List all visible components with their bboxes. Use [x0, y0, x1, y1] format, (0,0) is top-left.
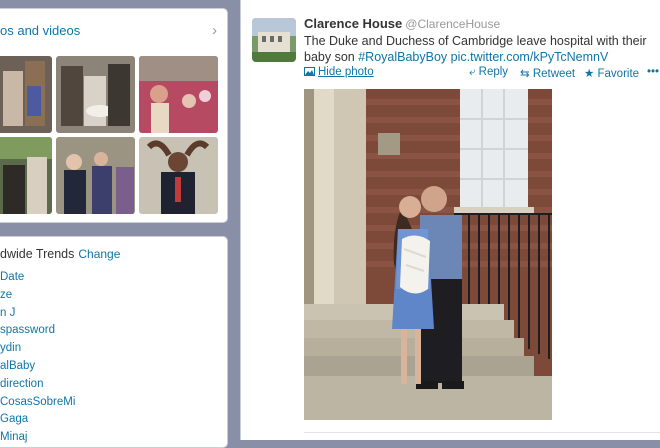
trend-item[interactable]: direction [0, 376, 75, 394]
trend-item[interactable]: alBaby [0, 358, 75, 376]
user-handle[interactable]: @ClarenceHouse [405, 17, 500, 31]
tweet-actions: Hide photo ⤶ Reply ⇆ Retweet ★ Favorite … [304, 66, 660, 82]
trend-item[interactable]: ze [0, 287, 75, 305]
retweet-label: Retweet [532, 68, 576, 80]
trend-item[interactable]: Gaga [0, 411, 75, 429]
star-icon: ★ [584, 68, 598, 80]
more-dots-icon[interactable]: ••• [647, 66, 659, 78]
media-thumbnail[interactable] [0, 137, 52, 214]
trend-item[interactable]: Date [0, 269, 75, 287]
trends-list: Date ze n J spassword ydin alBaby direct… [0, 269, 75, 447]
photo-icon [304, 67, 315, 76]
photos-videos-panel: os and videos › [0, 8, 228, 223]
tweet-stream: Clarence House @ClarenceHouse The Duke an… [240, 0, 660, 440]
trend-item[interactable]: n J [0, 305, 75, 323]
trend-item[interactable]: spassword [0, 322, 75, 340]
favorite-button[interactable]: ★ Favorite [584, 66, 639, 80]
trends-title: dwide Trends [0, 247, 75, 261]
trend-item[interactable]: ydin [0, 340, 75, 358]
media-thumbnail[interactable] [139, 56, 218, 133]
media-link[interactable]: pic.twitter.com/kPyTcNemnV [451, 50, 609, 64]
hide-photo-link[interactable]: Hide photo [304, 66, 374, 78]
photos-videos-header[interactable]: os and videos [0, 23, 80, 38]
tweet-author[interactable]: Clarence House @ClarenceHouse [304, 16, 500, 31]
tweet-text: The Duke and Duchess of Cambridge leave … [304, 33, 654, 65]
worldwide-trends-panel: dwide Trends Change Date ze n J spassword… [0, 236, 228, 448]
display-name[interactable]: Clarence House [304, 16, 402, 31]
favorite-label: Favorite [597, 68, 640, 80]
retweet-button[interactable]: ⇆ Retweet [520, 66, 575, 80]
trend-item[interactable]: CosasSobreMi [0, 394, 75, 412]
media-thumbnail[interactable] [0, 56, 52, 133]
chevron-right-icon[interactable]: › [212, 22, 217, 39]
hashtag-link[interactable]: #RoyalBabyBoy [358, 50, 447, 64]
reply-button[interactable]: ⤶ Reply [469, 66, 508, 79]
reply-arrow-icon: ⤶ [469, 66, 479, 78]
avatar[interactable] [252, 18, 296, 62]
media-thumbnail[interactable] [56, 56, 135, 133]
hide-photo-label: Hide photo [318, 66, 374, 78]
retweet-icon: ⇆ [520, 68, 533, 80]
reply-label: Reply [478, 66, 509, 78]
media-thumbnail[interactable] [139, 137, 218, 214]
media-thumbnail[interactable] [56, 137, 135, 214]
left-sidebar: os and videos › dwide Trends Change Date … [0, 0, 228, 448]
trends-header: dwide Trends Change [0, 247, 120, 261]
trend-item[interactable]: Minaj [0, 429, 75, 447]
tweet-photo[interactable] [304, 89, 552, 420]
change-trends-link[interactable]: Change [78, 247, 120, 261]
